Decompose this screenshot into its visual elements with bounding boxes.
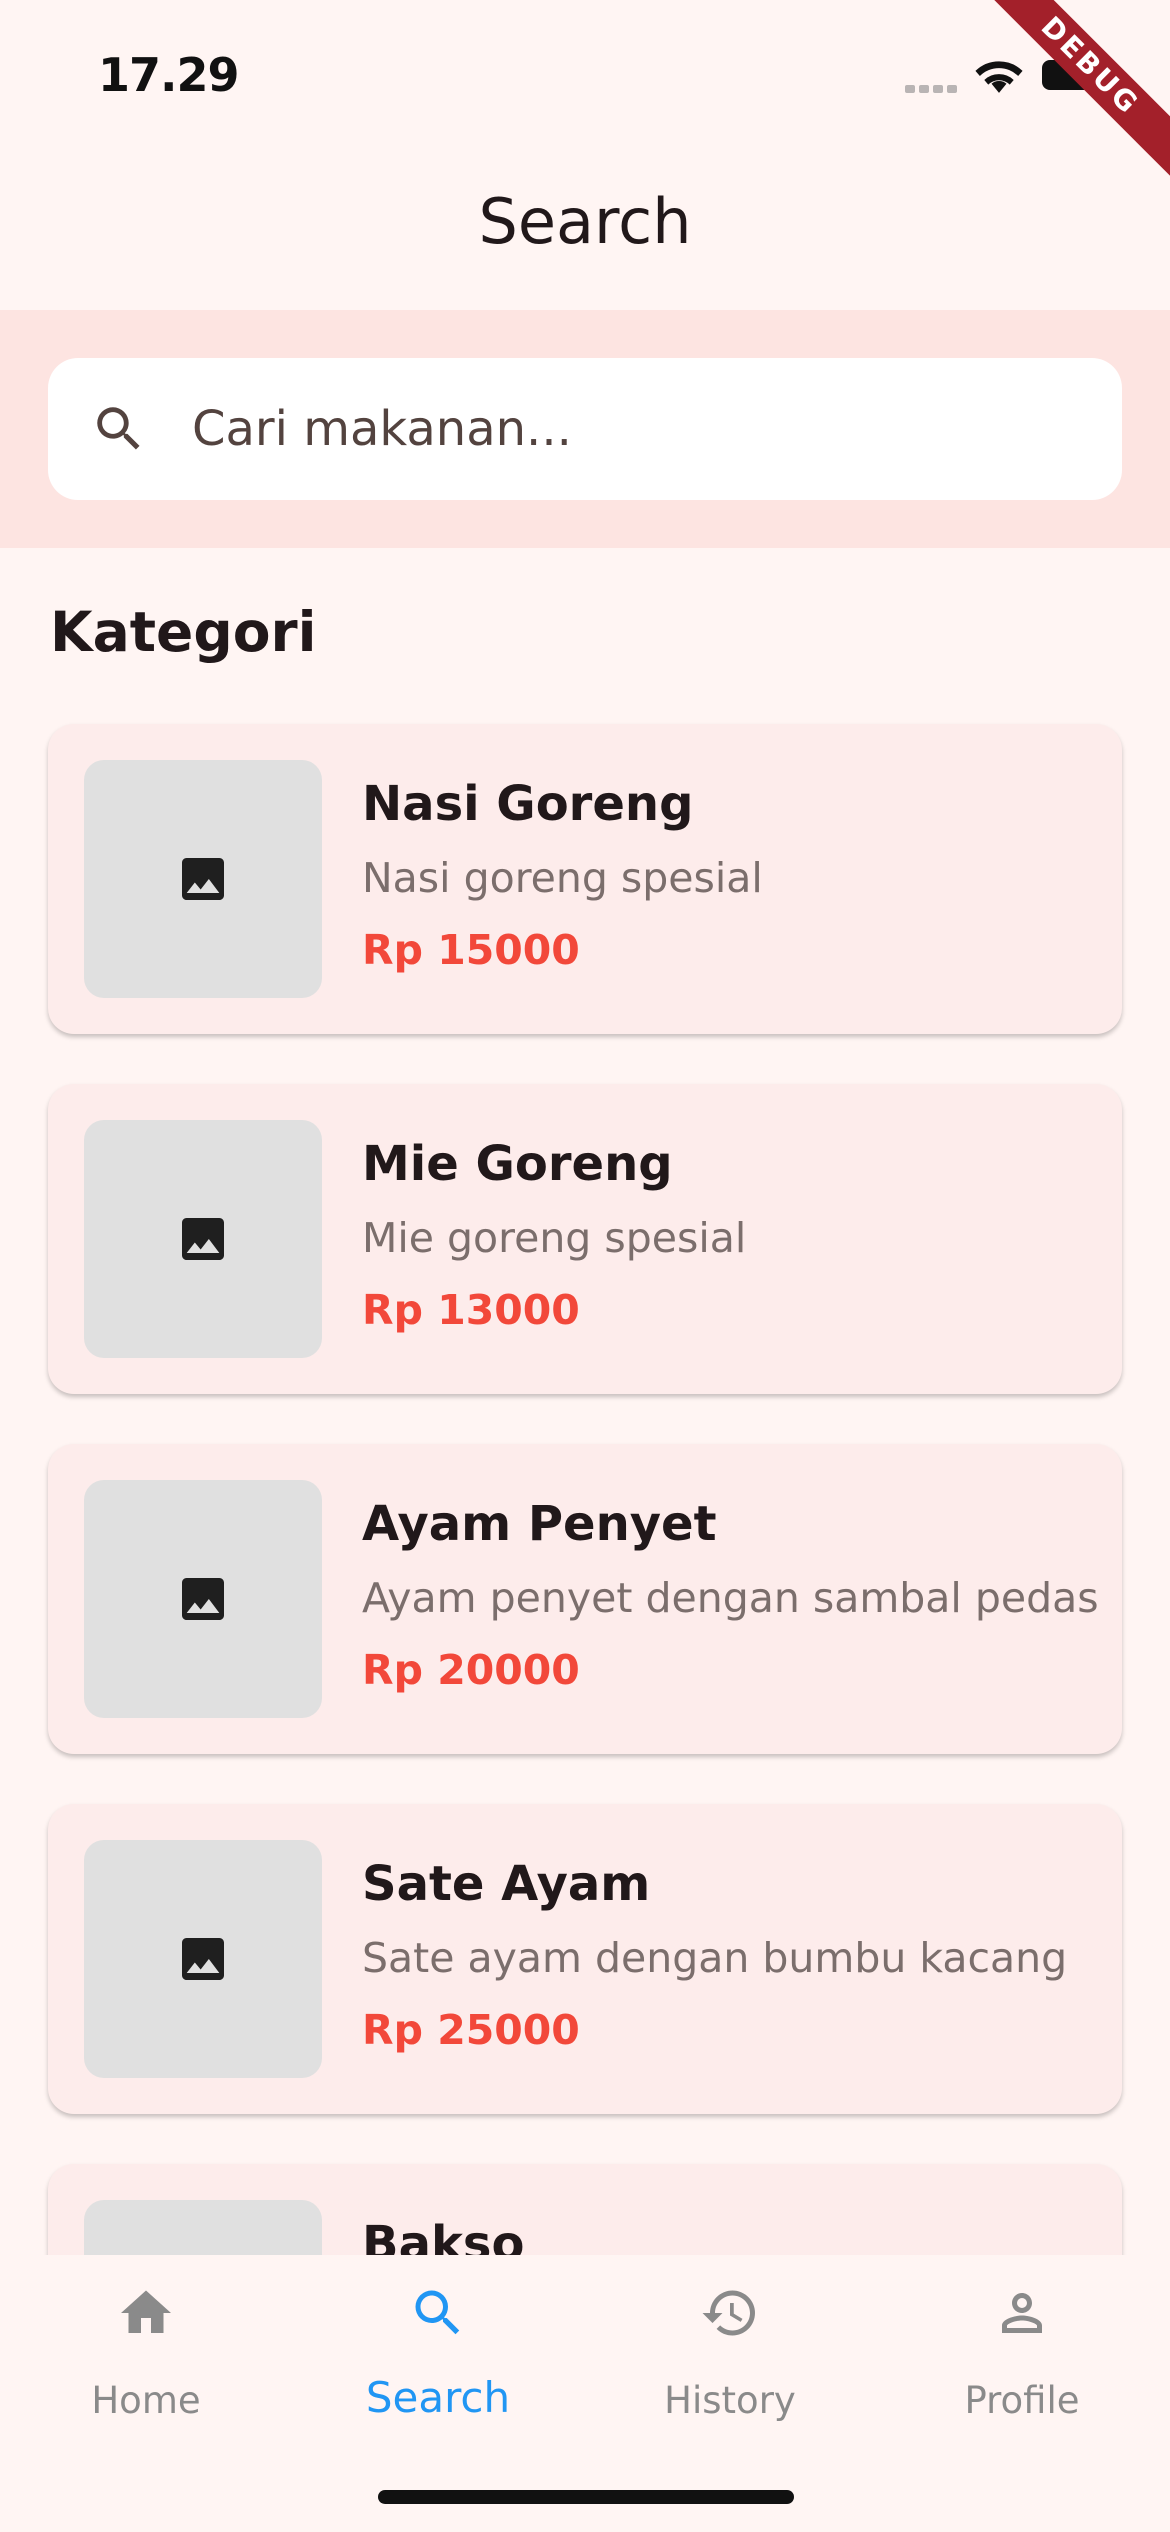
search-icon bbox=[97, 407, 140, 450]
food-description: Ayam penyet dengan sambal pedas bbox=[362, 1574, 1099, 1622]
search-input[interactable] bbox=[192, 388, 1072, 470]
food-image-placeholder bbox=[84, 2200, 322, 2255]
food-price: Rp 13000 bbox=[362, 1286, 580, 1334]
food-name: Nasi Goreng bbox=[362, 776, 694, 832]
food-description: Mie goreng spesial bbox=[362, 1214, 747, 1262]
history-icon bbox=[702, 2290, 755, 2336]
status-time: 17.29 bbox=[98, 48, 240, 102]
food-description: Sate ayam dengan bumbu kacang bbox=[362, 1934, 1068, 1982]
page-title: Search bbox=[478, 185, 692, 258]
nav-label-profile: Profile bbox=[964, 2379, 1080, 2422]
search-icon bbox=[415, 2290, 460, 2335]
home-icon bbox=[121, 2290, 171, 2333]
nav-label-search: Search bbox=[365, 2373, 511, 2422]
food-price: Rp 15000 bbox=[362, 926, 580, 974]
food-image-placeholder bbox=[84, 760, 322, 998]
nav-item-profile[interactable]: Profile bbox=[876, 2255, 1168, 2455]
nav-item-home[interactable]: Home bbox=[0, 2255, 292, 2455]
search-box[interactable] bbox=[48, 358, 1122, 500]
food-price: Rp 25000 bbox=[362, 2006, 580, 2054]
food-image-placeholder bbox=[84, 1480, 322, 1718]
nav-label-history: History bbox=[664, 2379, 796, 2422]
food-image-placeholder bbox=[84, 1840, 322, 2078]
status-bar: 17.29 bbox=[0, 0, 1170, 150]
food-card[interactable]: Mie Goreng Mie goreng spesial Rp 13000 bbox=[48, 1084, 1122, 1394]
food-card[interactable]: Sate Ayam Sate ayam dengan bumbu kacang … bbox=[48, 1804, 1122, 2114]
image-icon bbox=[182, 1938, 224, 1980]
food-card[interactable]: Ayam Penyet Ayam penyet dengan sambal pe… bbox=[48, 1444, 1122, 1754]
section-title: Kategori bbox=[50, 600, 317, 664]
food-name: Mie Goreng bbox=[362, 1136, 673, 1192]
cellular-signal-icon bbox=[905, 80, 961, 98]
person-icon bbox=[1002, 2293, 1042, 2333]
nav-item-history[interactable]: History bbox=[584, 2255, 876, 2455]
home-indicator bbox=[378, 2490, 794, 2504]
food-name: Ayam Penyet bbox=[362, 1496, 717, 1552]
image-icon bbox=[182, 1218, 224, 1260]
food-card[interactable]: Bakso bbox=[48, 2164, 1122, 2255]
wifi-icon bbox=[975, 61, 1023, 93]
search-section bbox=[0, 310, 1170, 548]
nav-item-search[interactable]: Search bbox=[292, 2255, 584, 2455]
food-list[interactable]: Nasi Goreng Nasi goreng spesial Rp 15000… bbox=[0, 700, 1170, 2255]
food-name: Sate Ayam bbox=[362, 1856, 651, 1912]
food-price: Rp 20000 bbox=[362, 1646, 580, 1694]
food-card[interactable]: Nasi Goreng Nasi goreng spesial Rp 15000 bbox=[48, 724, 1122, 1034]
image-icon bbox=[182, 858, 224, 900]
food-image-placeholder bbox=[84, 1120, 322, 1358]
nav-label-home: Home bbox=[91, 2379, 201, 2422]
image-icon bbox=[182, 1578, 224, 1620]
food-description: Nasi goreng spesial bbox=[362, 854, 763, 902]
food-name: Bakso bbox=[362, 2216, 525, 2255]
